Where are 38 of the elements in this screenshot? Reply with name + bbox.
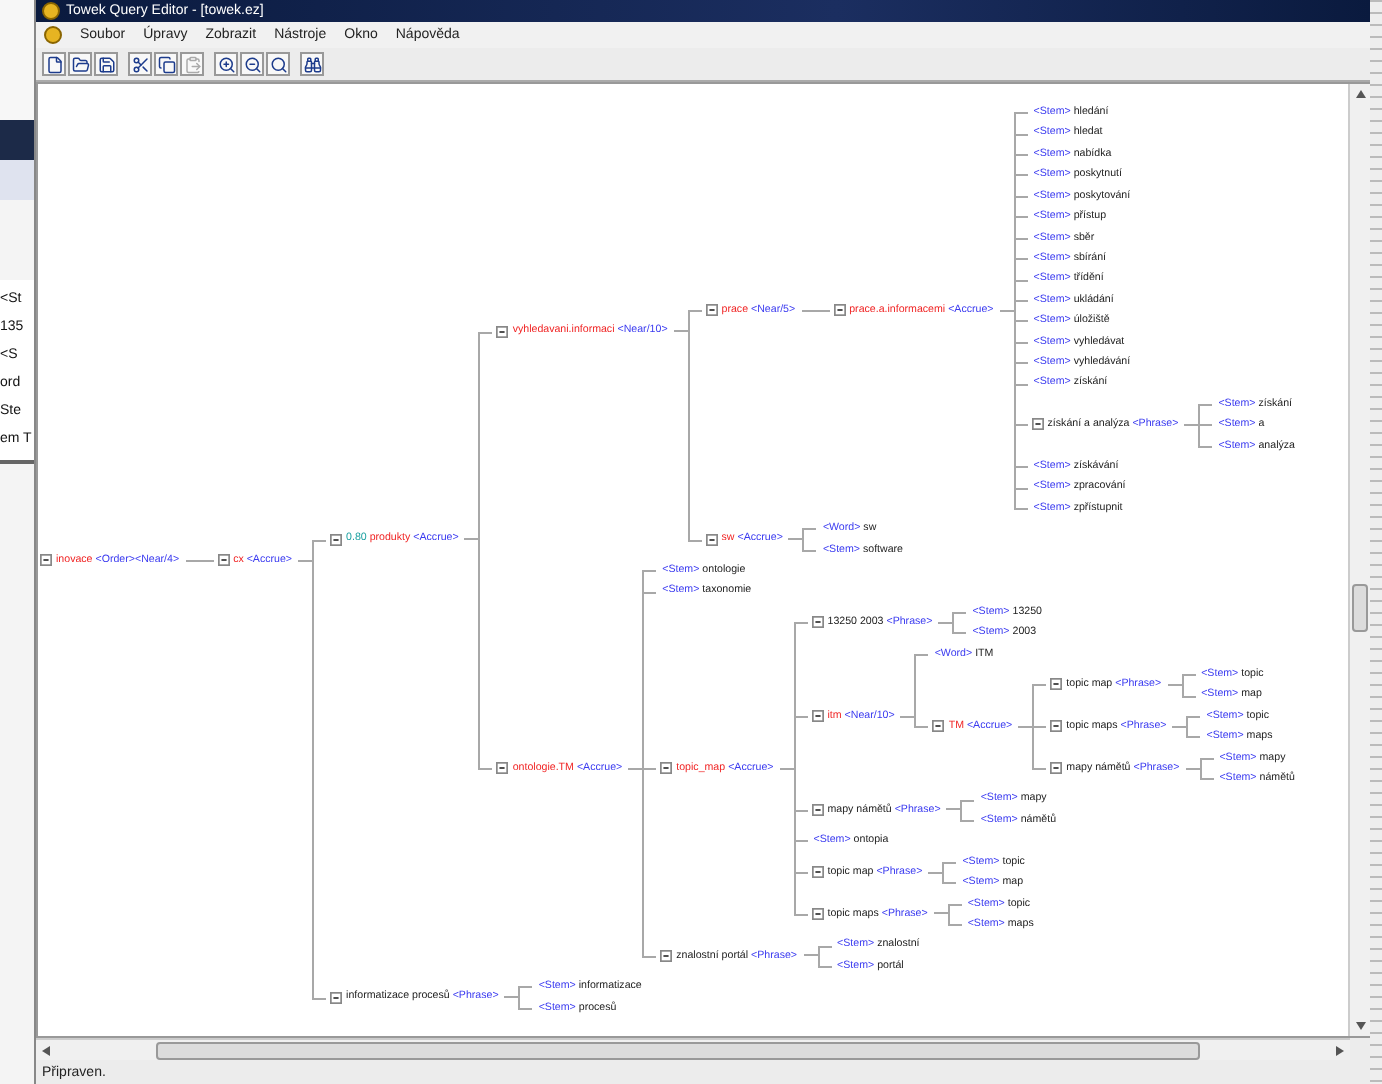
collapse-toggle[interactable] — [932, 720, 945, 733]
zoom-out-button[interactable] — [240, 52, 264, 76]
collapse-toggle[interactable] — [705, 533, 718, 546]
collapse-toggle[interactable] — [811, 803, 824, 816]
left-arrow-icon[interactable] — [42, 1045, 50, 1055]
folder-button[interactable] — [68, 52, 92, 76]
collapse-toggle[interactable] — [660, 949, 673, 962]
scroll-thumb[interactable] — [1352, 584, 1368, 632]
copy-button[interactable] — [154, 52, 178, 76]
up-arrow-icon[interactable] — [1355, 90, 1365, 98]
scroll-thumb[interactable] — [156, 1041, 1200, 1059]
cut-button[interactable] — [128, 52, 152, 76]
zoom-in-button[interactable] — [214, 52, 238, 76]
collapse-toggle[interactable] — [1031, 418, 1044, 431]
right-arrow-icon[interactable] — [1336, 1045, 1344, 1055]
collapse-toggle[interactable] — [811, 616, 824, 629]
horizontal-scrollbar[interactable] — [36, 1038, 1350, 1060]
collapse-toggle[interactable] — [811, 907, 824, 920]
save-button[interactable] — [94, 52, 118, 76]
collapse-toggle[interactable] — [1050, 678, 1063, 691]
collapse-toggle[interactable] — [496, 325, 509, 338]
collapse-toggle[interactable] — [496, 762, 509, 775]
collapse-toggle[interactable] — [330, 533, 343, 546]
down-arrow-icon[interactable] — [1355, 1022, 1365, 1030]
collapse-toggle[interactable] — [1050, 720, 1063, 733]
binoculars-button[interactable] — [300, 52, 324, 76]
collapse-toggle[interactable] — [833, 304, 846, 317]
collapse-toggle[interactable] — [330, 991, 343, 1004]
magnifier-button[interactable] — [266, 52, 290, 76]
collapse-toggle[interactable] — [660, 762, 673, 775]
collapse-toggle[interactable] — [811, 710, 824, 723]
collapse-toggle[interactable] — [217, 554, 230, 566]
new-file-button[interactable] — [42, 52, 66, 76]
collapse-toggle[interactable] — [1050, 762, 1063, 775]
collapse-toggle[interactable] — [811, 866, 824, 879]
collapse-toggle[interactable] — [705, 304, 718, 317]
collapse-toggle[interactable] — [40, 554, 52, 566]
vertical-scrollbar[interactable] — [1348, 84, 1370, 1036]
